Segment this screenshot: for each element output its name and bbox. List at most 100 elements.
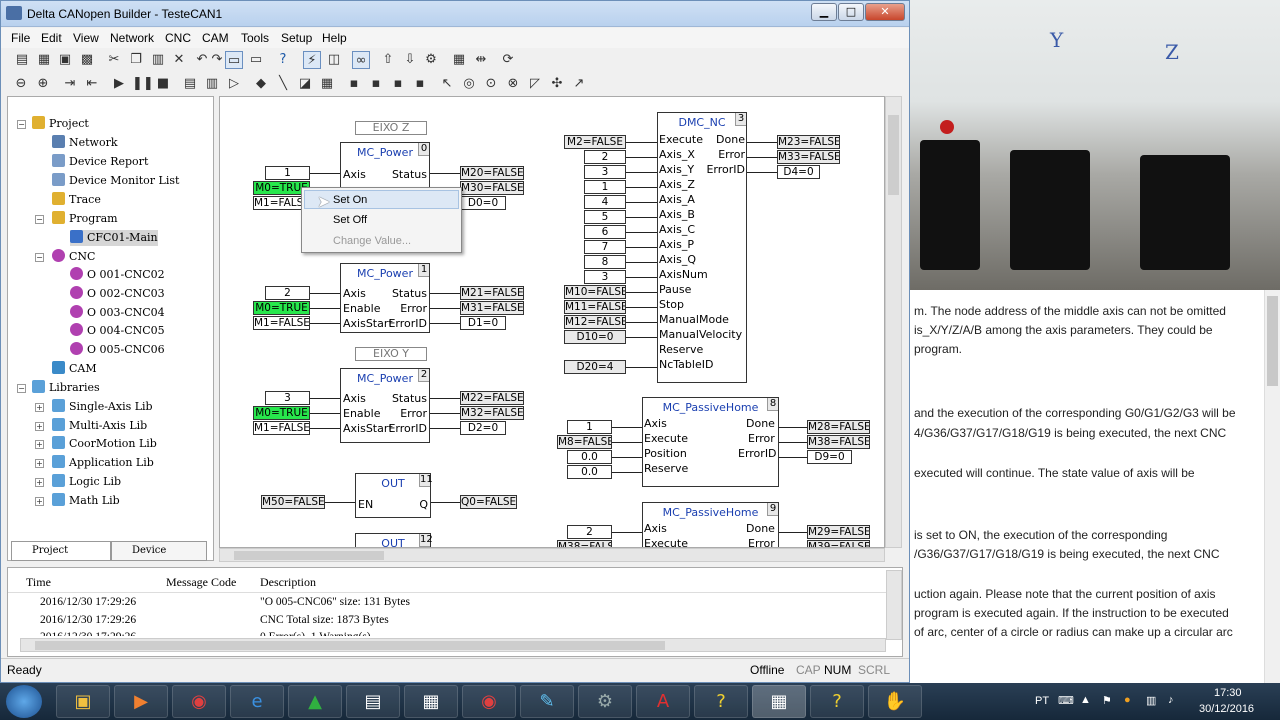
delete-icon[interactable]: ✕ [170, 51, 188, 69]
flag-icon[interactable]: ⚑ [1102, 694, 1112, 707]
out-block-12[interactable]: OUT 12 [355, 533, 433, 547]
hand-icon[interactable]: ✋ [868, 685, 922, 718]
ph-input[interactable]: M8=FALSE [557, 435, 612, 449]
diamond-icon[interactable]: ◆ [252, 75, 270, 93]
tree-lib-item[interactable]: Logic Lib [52, 474, 121, 490]
zoom-in-icon[interactable]: ⊕ [34, 75, 52, 93]
new-icon[interactable]: ▤ [13, 51, 31, 69]
tree-cnc-item[interactable]: O 001-CNC02 [70, 267, 165, 283]
log-vscrollbar[interactable] [886, 570, 902, 640]
download-icon[interactable]: ⇩ [401, 51, 419, 69]
paint-icon[interactable]: ✎ [520, 685, 574, 718]
table-icon[interactable]: ▦ [318, 75, 336, 93]
expand-icon[interactable]: + [35, 478, 44, 487]
tree-lib-item[interactable]: Application Lib [52, 455, 154, 471]
chrome-icon[interactable]: ◉ [172, 685, 226, 718]
tree-device-report[interactable]: Device Report [52, 154, 148, 170]
stop-icon[interactable]: ■ [154, 75, 172, 93]
expand-icon[interactable]: + [35, 459, 44, 468]
step-out-icon[interactable]: ⇤ [83, 75, 101, 93]
upload-icon[interactable]: ⇧ [379, 51, 397, 69]
offline-icon[interactable]: ◫ [325, 51, 343, 69]
help2-icon[interactable]: ? [810, 685, 864, 718]
redo-icon[interactable]: ↷ [208, 51, 226, 69]
expand-icon[interactable]: + [35, 422, 44, 431]
output-status[interactable]: M20=FALSE [460, 166, 524, 180]
saveall-icon[interactable]: ▩ [78, 51, 96, 69]
cut-icon[interactable]: ✂ [105, 51, 123, 69]
tray-app-icon[interactable]: ● [1124, 694, 1131, 706]
expand-icon[interactable]: + [35, 440, 44, 449]
output-errorid[interactable]: D1=0 [460, 316, 506, 330]
language-indicator[interactable]: PT [1035, 695, 1049, 707]
tab-device[interactable]: Device [111, 541, 207, 561]
settings-icon[interactable]: ⚙ [422, 51, 440, 69]
help1-icon[interactable]: ? [694, 685, 748, 718]
menu-cnc[interactable]: CNC [165, 31, 191, 45]
ph-output[interactable]: M39=FALSE [807, 540, 870, 547]
pin3-icon[interactable]: ▪ [389, 75, 407, 93]
ph-output[interactable]: D9=0 [807, 450, 852, 464]
builder-icon[interactable]: ▦ [752, 685, 806, 718]
tree-project[interactable]: Project [32, 116, 89, 132]
paste-icon[interactable]: ▥ [149, 51, 167, 69]
view2-icon[interactable]: ▭ [247, 51, 265, 69]
doc-scrollbar[interactable] [1264, 290, 1280, 685]
dmc-input[interactable]: 4 [584, 195, 626, 209]
grid-icon[interactable]: ▦ [450, 51, 468, 69]
keyboard-icon[interactable]: ⌨ [1058, 694, 1074, 707]
input-enable[interactable]: M0=TRUE [253, 406, 310, 420]
collapse-icon[interactable]: − [35, 253, 44, 262]
output-error[interactable]: M32=FALSE [460, 406, 524, 420]
output-errorid[interactable]: D0=0 [460, 196, 506, 210]
monitor-icon[interactable]: ∞ [352, 51, 370, 69]
pause-icon[interactable]: ❚❚ [132, 75, 154, 93]
col-message-code[interactable]: Message Code [166, 575, 236, 590]
network-icon[interactable]: ▦ [404, 685, 458, 718]
clock-date[interactable]: 30/12/2016 [1199, 703, 1254, 715]
menu-network[interactable]: Network [110, 31, 154, 45]
collapse-icon[interactable]: − [17, 120, 26, 129]
ph-input[interactable]: M38=FALSE [557, 540, 612, 547]
run-icon[interactable]: ▶ [110, 75, 128, 93]
target1-icon[interactable]: ◎ [460, 75, 478, 93]
collapse-icon[interactable]: − [35, 215, 44, 224]
input-axis[interactable]: 1 [265, 166, 310, 180]
pin1-icon[interactable]: ▪ [345, 75, 363, 93]
tree-libraries[interactable]: Libraries [32, 380, 100, 396]
ph-input[interactable]: 0.0 [567, 450, 612, 464]
col-time[interactable]: Time [26, 575, 51, 590]
tree-cnc-item[interactable]: O 004-CNC05 [70, 323, 165, 339]
dmc-input[interactable]: 3 [584, 270, 626, 284]
start-button[interactable] [6, 685, 42, 718]
tree-cnc-item[interactable]: O 003-CNC04 [70, 305, 165, 321]
menu-view[interactable]: View [73, 31, 99, 45]
output-status[interactable]: M21=FALSE [460, 286, 524, 300]
tree-cam[interactable]: CAM [52, 361, 97, 377]
menu-set-off[interactable]: Set Off [333, 214, 367, 226]
online-icon[interactable]: ⚡ [303, 51, 321, 69]
mc-power-block-1[interactable]: MC_Power 1 Axis Enable AxisStart Status … [340, 263, 430, 333]
help-icon[interactable]: ? [274, 51, 292, 69]
doc-icon[interactable]: ▤ [346, 685, 400, 718]
mc-power-block-2[interactable]: MC_Power 2 Axis Enable AxisStart Status … [340, 368, 430, 443]
menu-help[interactable]: Help [322, 31, 347, 45]
dmc-input[interactable]: 5 [584, 210, 626, 224]
dmc-output[interactable]: M33=FALSE [777, 150, 840, 164]
fb-icon[interactable]: ◪ [296, 75, 314, 93]
maximize-button[interactable]: □ [838, 3, 864, 21]
network-tray-icon[interactable]: ▥ [1146, 694, 1156, 707]
output-q[interactable]: Q0=FALSE [460, 495, 517, 509]
cursor-icon[interactable]: ↖ [438, 75, 456, 93]
dmc-input[interactable]: M10=FALSE [564, 285, 626, 299]
tree-network[interactable]: Network [52, 135, 118, 151]
dmc-nc-block[interactable]: DMC_NC 3 Execute Axis_X Axis_Y Axis_Z Axis_A… [657, 112, 747, 383]
open-icon[interactable]: ▦ [35, 51, 53, 69]
ph-output[interactable]: M29=FALSE [807, 525, 870, 539]
output-errorid[interactable]: D2=0 [460, 421, 506, 435]
target2-icon[interactable]: ⊙ [482, 75, 500, 93]
output-error[interactable]: M30=FALSE [460, 181, 524, 195]
menu-set-on[interactable]: Set On [333, 194, 367, 206]
ph-output[interactable]: M28=FALSE [807, 420, 870, 434]
tree-cnc-item[interactable]: O 002-CNC03 [70, 286, 165, 302]
